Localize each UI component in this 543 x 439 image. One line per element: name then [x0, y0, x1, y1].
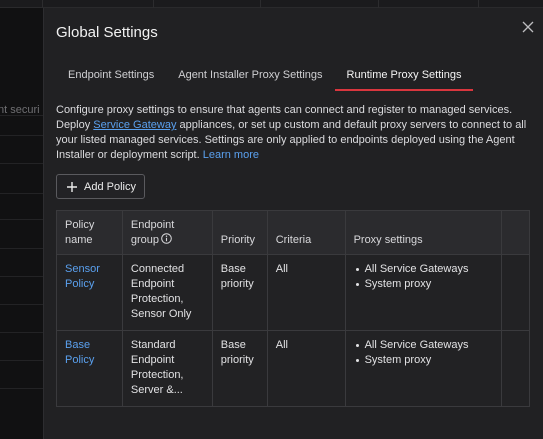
runtime-proxy-description: Configure proxy settings to ensure that …: [56, 103, 536, 163]
cell-criteria: All: [266, 330, 346, 407]
list-item: All Service Gateways: [354, 338, 493, 353]
policy-link-sensor[interactable]: Sensor Policy: [65, 263, 100, 290]
header-policy-name: Policy name: [56, 210, 123, 255]
cell-policy-name: Base Policy: [56, 330, 123, 407]
background-app-panel: nt securi: [0, 8, 43, 439]
cell-policy-name: Sensor Policy: [56, 254, 123, 331]
background-topbar: [0, 0, 543, 8]
table-row: Base Policy Standard Endpoint Protection…: [56, 330, 530, 407]
header-endpoint-group: Endpoint group: [121, 210, 213, 255]
learn-more-link[interactable]: Learn more: [203, 149, 259, 161]
cell-proxy-settings: All Service Gateways System proxy: [344, 330, 503, 407]
global-settings-modal: Global Settings Endpoint Settings Agent …: [43, 8, 543, 439]
close-button[interactable]: [521, 20, 535, 34]
service-gateway-link[interactable]: Service Gateway: [93, 119, 176, 131]
cell-proxy-settings: All Service Gateways System proxy: [344, 254, 503, 331]
cell-criteria: All: [266, 254, 346, 331]
proxy-list: All Service Gateways System proxy: [354, 262, 493, 292]
header-criteria: Criteria: [266, 210, 346, 255]
list-item: System proxy: [354, 277, 493, 292]
settings-tabs: Endpoint Settings Agent Installer Proxy …: [56, 64, 474, 92]
header-actions: [501, 210, 530, 255]
header-proxy-settings: Proxy settings: [344, 210, 503, 255]
tab-runtime-proxy-settings[interactable]: Runtime Proxy Settings: [334, 64, 474, 91]
cell-priority: Base priority: [211, 254, 268, 331]
proxy-list: All Service Gateways System proxy: [354, 338, 493, 368]
add-policy-button[interactable]: Add Policy: [56, 174, 145, 199]
modal-title: Global Settings: [56, 24, 158, 41]
list-item: System proxy: [354, 353, 493, 368]
policy-link-base[interactable]: Base Policy: [65, 339, 94, 366]
table-header-row: Policy name Endpoint group Priority Crit…: [56, 210, 530, 255]
cell-endpoint-group: Standard Endpoint Protection, Server &..…: [121, 330, 213, 407]
cell-actions: [501, 254, 530, 331]
info-icon[interactable]: [161, 233, 172, 244]
cell-endpoint-group: Connected Endpoint Protection, Sensor On…: [121, 254, 213, 331]
tab-agent-installer-proxy-settings[interactable]: Agent Installer Proxy Settings: [166, 64, 334, 91]
proxy-policy-table: Policy name Endpoint group Priority Crit…: [56, 210, 530, 407]
header-priority: Priority: [211, 210, 268, 255]
table-row: Sensor Policy Connected Endpoint Protect…: [56, 254, 530, 331]
list-item: All Service Gateways: [354, 262, 493, 277]
close-icon: [522, 21, 534, 33]
cell-priority: Base priority: [211, 330, 268, 407]
plus-icon: [67, 181, 77, 192]
cell-actions: [501, 330, 530, 407]
tab-endpoint-settings[interactable]: Endpoint Settings: [56, 64, 166, 91]
add-policy-label: Add Policy: [84, 180, 136, 193]
